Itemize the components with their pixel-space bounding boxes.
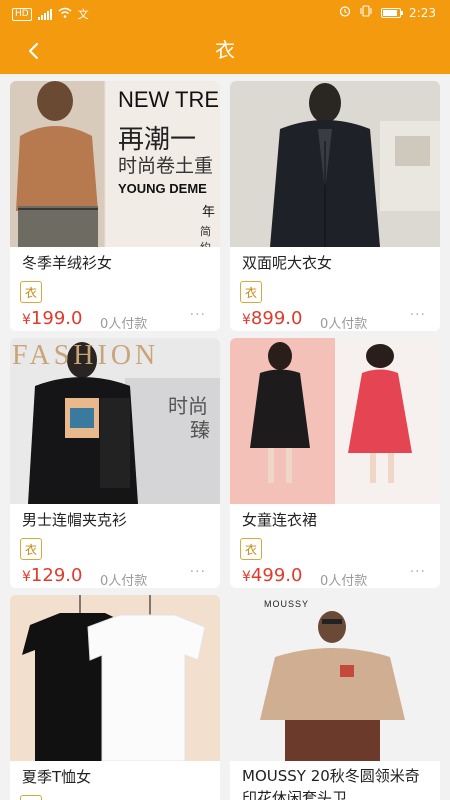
battery-icon [381, 7, 404, 18]
image-caption: YOUNG DEME [118, 181, 207, 196]
product-name: 男士连帽夹克衫 [22, 511, 128, 529]
more-icon[interactable]: ··· [410, 564, 426, 580]
currency-symbol: ¥ [22, 569, 31, 585]
more-icon[interactable]: ··· [190, 307, 206, 323]
image-caption: 臻 [190, 420, 210, 442]
category-tag: 衣 [240, 281, 262, 303]
product-image [10, 595, 220, 761]
wifi-icon [58, 7, 72, 21]
category-tag: 衣 [20, 281, 42, 303]
price-value: 129.0 [30, 565, 83, 586]
brand-logo: MOUSSY [264, 599, 310, 609]
category-tag: 衣 [20, 795, 42, 800]
more-icon[interactable]: ··· [410, 307, 426, 323]
product-image: MOUSSY [230, 595, 440, 761]
product-card[interactable]: NEW TRE 再潮一 时尚卷土重 YOUNG DEME 年 简约 冬季羊绒衫女… [10, 81, 220, 331]
status-bar: HD 文 2:23 [0, 0, 450, 26]
product-name: MOUSSY 20秋冬圆领米奇印花休闲套头卫... [242, 765, 434, 800]
category-tag: 衣 [240, 538, 262, 560]
currency-symbol: ¥ [22, 312, 31, 328]
product-price: ¥199.0 [22, 307, 82, 331]
payment-count: 0人付款 [320, 574, 368, 588]
image-caption: FASHION [12, 340, 160, 371]
product-image: FASHION 时尚 臻 [10, 338, 220, 504]
product-name-text: MOUSSY 20秋冬圆领米奇印花休闲套头卫... [242, 767, 420, 800]
product-name: 女童连衣裙 [242, 511, 318, 529]
product-image [230, 338, 440, 504]
product-price: ¥499.0 [242, 564, 302, 588]
price-value: 499.0 [250, 565, 303, 586]
product-price: ¥899.0 [242, 307, 302, 331]
product-card[interactable]: FASHION 时尚 臻 男士连帽夹克衫 衣 ¥129.0 0人付款 ··· [10, 338, 220, 588]
product-card[interactable]: 女童连衣裙 衣 ¥499.0 0人付款 ··· [230, 338, 440, 588]
product-name: 双面呢大衣女 [242, 254, 333, 272]
product-card[interactable]: MOUSSY MOUSSY 20秋冬圆领米奇印花休闲套头卫... [230, 595, 440, 800]
product-card[interactable]: 夏季T恤女 衣 [10, 595, 220, 800]
product-image [230, 81, 440, 247]
image-caption: 简约 [200, 226, 211, 247]
currency-symbol: ¥ [242, 312, 251, 328]
vibrate-icon [359, 5, 373, 20]
image-caption: 年 [202, 204, 216, 219]
currency-symbol: ¥ [242, 569, 251, 585]
product-price: ¥129.0 [22, 564, 82, 588]
price-value: 199.0 [30, 308, 83, 329]
payment-count: 0人付款 [100, 317, 148, 331]
price-value: 899.0 [250, 308, 303, 329]
app-header: HD 文 2:23 衣 [0, 0, 450, 74]
product-image: NEW TRE 再潮一 时尚卷土重 YOUNG DEME 年 简约 [10, 81, 220, 247]
signal-icon [37, 8, 52, 20]
more-icon[interactable]: ··· [190, 564, 206, 580]
image-caption: 时尚卷土重 [118, 156, 214, 177]
category-tag: 衣 [20, 538, 42, 560]
image-caption: NEW TRE [118, 87, 220, 112]
product-card[interactable]: 双面呢大衣女 衣 ¥899.0 0人付款 ··· [230, 81, 440, 331]
page-title: 衣 [215, 38, 235, 62]
alarm-icon [339, 5, 351, 20]
payment-count: 0人付款 [100, 574, 148, 588]
nfc-icon: 文 [77, 8, 89, 21]
hd-badge: HD [12, 7, 32, 21]
product-name: 夏季T恤女 [22, 768, 92, 786]
payment-count: 0人付款 [320, 317, 368, 331]
product-name: 冬季羊绒衫女 [22, 254, 113, 272]
clock-time: 2:23 [409, 5, 436, 20]
